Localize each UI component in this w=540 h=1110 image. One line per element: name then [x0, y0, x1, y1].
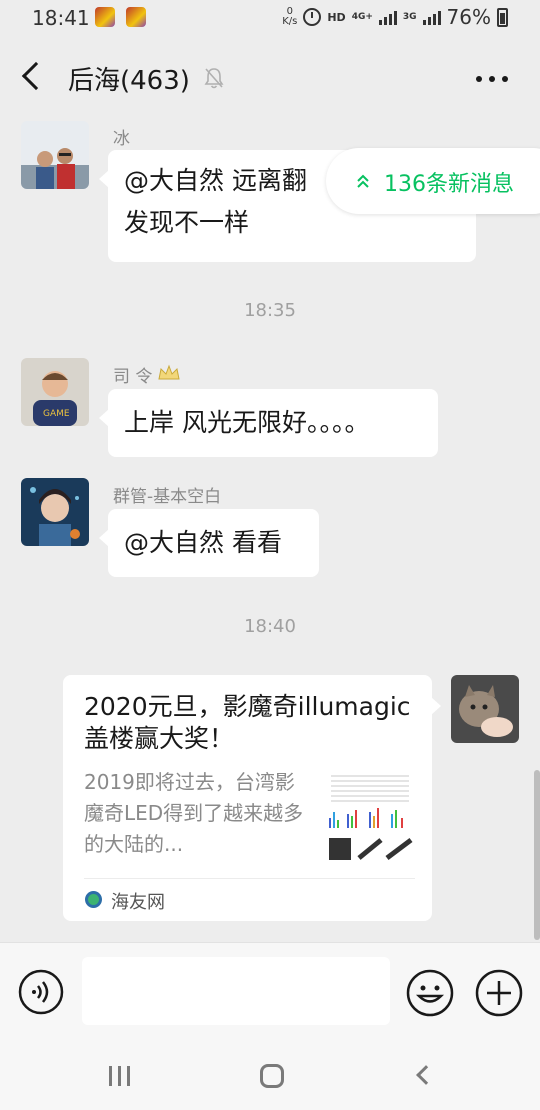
new-messages-label: 136条新消息 [384, 172, 514, 197]
plus-icon[interactable] [475, 969, 523, 1017]
svg-text:GAME: GAME [43, 409, 70, 419]
back-nav-icon[interactable] [416, 1065, 436, 1085]
timestamp: 18:40 [244, 616, 296, 637]
alarm-icon [303, 8, 322, 26]
avatar[interactable] [21, 478, 89, 546]
app-notification-icon [126, 7, 146, 27]
new-messages-button[interactable]: 136条新消息 [326, 148, 540, 214]
mute-bell-icon [204, 68, 224, 89]
recent-apps-icon[interactable] [109, 1066, 130, 1086]
double-chevron-up-icon [357, 174, 369, 188]
message-text: @大自然 看看 [124, 528, 282, 557]
message-text: 上岸 风光无限好。。。。 [124, 408, 370, 437]
network-3g-label: 3G [402, 11, 417, 22]
timestamp: 18:35 [244, 300, 296, 321]
link-card[interactable]: 2020元旦，影魔奇illumagic盖楼赢大奖！ 2019即将过去，台湾影魔奇… [63, 675, 441, 921]
sender-name: 群管-基本空白 [113, 487, 222, 507]
signal-icon [378, 9, 397, 25]
chat-title: 后海(463) [68, 66, 190, 96]
signal-icon-2 [422, 9, 441, 25]
more-icon[interactable] [476, 76, 508, 82]
network-speed: 0 K/s [282, 6, 298, 27]
link-card-title: 2020元旦，影魔奇illumagic盖楼赢大奖！ [84, 692, 411, 753]
sender-name: 司 令 [113, 367, 153, 387]
status-time: 18:41 [32, 6, 90, 30]
link-card-source: 海友网 [111, 892, 165, 913]
battery-icon [497, 7, 508, 27]
message-bubble[interactable]: @大自然 看看 [99, 509, 319, 577]
voice-icon[interactable] [18, 969, 64, 1015]
link-card-description: 2019即将过去，台湾影魔奇LED得到了越来越多的大陆的... [84, 770, 304, 856]
network-4g-label: 4G+ [351, 11, 373, 22]
input-bar [0, 942, 540, 1038]
sender-name: 冰 [113, 129, 130, 149]
scrollbar[interactable] [534, 770, 540, 940]
app-notification-icon [95, 7, 115, 27]
link-card-divider [84, 878, 415, 879]
system-nav-bar [0, 1038, 540, 1110]
source-logo-icon [85, 891, 102, 908]
message-bubble[interactable]: 上岸 风光无限好。。。。 [99, 389, 438, 457]
message-input[interactable] [82, 957, 390, 1025]
status-bar: 18:41 0 K/s HD 4G+ 3G 76% [0, 0, 540, 36]
hd-indicator: HD [327, 10, 346, 24]
home-icon[interactable] [260, 1064, 284, 1088]
chat-header: 后海(463) [0, 36, 540, 120]
avatar[interactable]: GAME [21, 358, 89, 426]
battery-percent: 76% [446, 5, 491, 29]
my-avatar[interactable] [451, 675, 519, 743]
avatar[interactable] [21, 121, 89, 189]
back-icon[interactable] [21, 61, 51, 91]
crown-badge-icon [158, 364, 180, 380]
emoji-icon[interactable] [406, 969, 454, 1017]
link-card-thumbnail [325, 770, 415, 862]
